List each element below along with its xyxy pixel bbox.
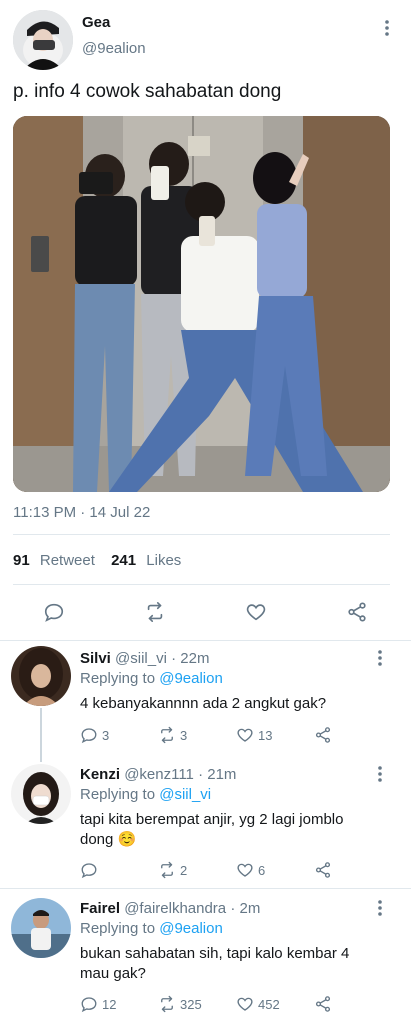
reply-2-handle[interactable]: @kenz111 · 21m	[124, 766, 236, 783]
retweet-icon	[161, 861, 173, 879]
share-icon	[315, 862, 331, 878]
reply-3-retweet-action[interactable]: 325	[158, 995, 202, 1013]
heart-icon[interactable]	[242, 598, 270, 626]
reply-2-share-action[interactable]	[314, 861, 332, 879]
divider-3	[0, 640, 411, 641]
author-avatar[interactable]	[13, 10, 73, 70]
reply-2-mention[interactable]: @siil_vi	[159, 786, 211, 803]
reply-2-header: Kenzi @kenz111 · 21m	[80, 766, 236, 783]
like-label[interactable]: Likes	[146, 552, 181, 569]
reply-3-like-action[interactable]: 452	[236, 995, 280, 1013]
reply-2-retweet-action[interactable]: 2	[158, 861, 187, 879]
more-vertical-icon[interactable]	[370, 648, 390, 668]
heart-icon	[237, 863, 253, 877]
reply-avatar-kenzi-image	[11, 764, 71, 824]
reply-1-like-count: 13	[258, 727, 273, 743]
reply-3-replying-prefix: Replying to	[80, 920, 156, 937]
retweet-icon	[161, 726, 173, 744]
reply-1-replying-prefix: Replying to	[80, 670, 156, 687]
tweet-text: p. info 4 cowok sahabatan dong	[13, 81, 282, 102]
reply-2-replying-prefix: Replying to	[80, 786, 156, 803]
reply-icon	[81, 997, 97, 1013]
reply-1-header: Silvi @siil_vi · 22m	[80, 650, 209, 667]
heart-icon	[237, 728, 253, 742]
reply-1-like-action[interactable]: 13	[236, 726, 272, 744]
reply-avatar-silvi[interactable]	[11, 646, 71, 706]
reply-1-mention[interactable]: @9ealion	[159, 670, 223, 687]
reply-1-text: 4 kebanyakannnn ada 2 angkut gak?	[80, 695, 327, 712]
tweet-photo-image	[13, 116, 390, 492]
reply-2-reply-action[interactable]	[80, 861, 102, 879]
divider-4	[0, 888, 411, 889]
reply-3-header: Fairel @fairelkhandra · 2m	[80, 900, 260, 917]
divider-1	[13, 534, 390, 535]
retweet-icon[interactable]	[141, 598, 169, 626]
reply-2-name[interactable]: Kenzi	[80, 766, 120, 783]
reply-3-retweet-count: 325	[180, 996, 202, 1012]
retweet-icon	[161, 995, 173, 1013]
share-icon	[315, 996, 331, 1012]
reply-1-handle[interactable]: @siil_vi · 22m	[115, 650, 209, 667]
reply-icon[interactable]	[40, 598, 68, 626]
reply-1-reply-count: 3	[102, 727, 110, 743]
reply-1-replying-to: Replying to @9ealion	[80, 670, 223, 687]
reply-1-retweet-action[interactable]: 3	[158, 726, 187, 744]
reply-2-replying-to: Replying to @siil_vi	[80, 786, 211, 803]
reply-avatar-kenzi[interactable]	[11, 764, 71, 824]
author-name[interactable]: Gea	[82, 14, 110, 31]
heart-icon	[237, 997, 253, 1011]
retweet-label[interactable]: Retweet	[40, 552, 95, 569]
author-handle[interactable]: @9ealion	[82, 40, 146, 57]
reply-3-replying-to: Replying to @9ealion	[80, 920, 223, 937]
tweet-photo[interactable]	[13, 116, 390, 492]
thread-line-1	[40, 708, 42, 762]
reply-3-handle[interactable]: @fairelkhandra · 2m	[124, 900, 260, 917]
reply-3-reply-action[interactable]: 12	[80, 995, 116, 1013]
reply-icon	[81, 863, 97, 879]
reply-1-name[interactable]: Silvi	[80, 650, 111, 667]
reply-2-like-action[interactable]: 6	[236, 861, 265, 879]
retweet-count[interactable]: 91	[13, 552, 30, 569]
reply-3-text: bukan sahabatan sih, tapi kalo kembar 4 …	[80, 945, 350, 982]
reply-2-retweet-count: 2	[180, 862, 188, 878]
author-avatar-image	[13, 10, 73, 70]
reply-avatar-fairel[interactable]	[11, 898, 71, 958]
reply-icon	[81, 728, 97, 744]
reply-1-reply-action[interactable]: 3	[80, 726, 109, 744]
tweet-stats: 91 Retweet 241 Likes	[13, 552, 181, 569]
reply-avatar-silvi-image	[11, 646, 71, 706]
more-vertical-icon[interactable]	[370, 898, 390, 918]
reply-3-share-action[interactable]	[314, 995, 332, 1013]
reply-3-name[interactable]: Fairel	[80, 900, 120, 917]
reply-1-retweet-count: 3	[180, 727, 188, 743]
reply-3-reply-count: 12	[102, 996, 117, 1012]
reply-avatar-fairel-image	[11, 898, 71, 958]
reply-2-like-count: 6	[258, 862, 266, 878]
reply-3-mention[interactable]: @9ealion	[159, 920, 223, 937]
more-vertical-icon[interactable]	[377, 18, 397, 38]
more-vertical-icon[interactable]	[370, 764, 390, 784]
reply-3-like-count: 452	[258, 996, 280, 1012]
like-count[interactable]: 241	[111, 552, 136, 569]
divider-2	[13, 584, 390, 585]
tweet-timestamp[interactable]: 11:13 PM · 14 Jul 22	[13, 504, 150, 521]
reply-1-share-action[interactable]	[314, 726, 332, 744]
reply-2-text: tapi kita berempat anjir, yg 2 lagi jomb…	[80, 811, 344, 848]
share-icon	[315, 727, 331, 743]
share-icon[interactable]	[343, 598, 371, 626]
